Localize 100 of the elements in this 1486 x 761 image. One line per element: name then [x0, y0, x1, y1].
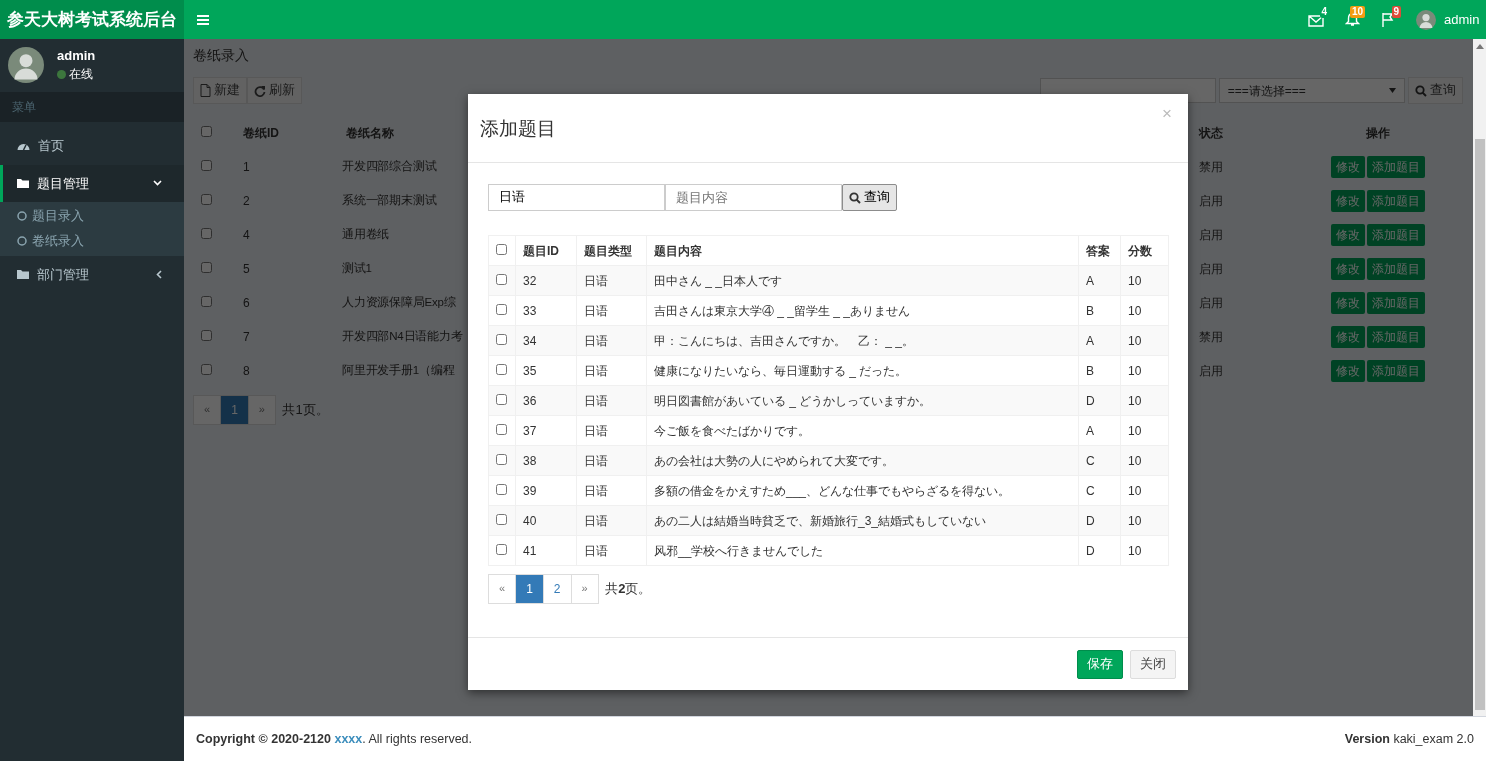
row-checkbox[interactable]: [496, 483, 507, 495]
content-field[interactable]: 题目内容: [665, 184, 842, 211]
table-cell: 吉田さんは東京大学④ _ _留学生 _ _ありません: [646, 295, 1079, 326]
page-button[interactable]: 1: [516, 575, 544, 603]
scrollbar[interactable]: [1473, 39, 1486, 716]
user-name[interactable]: admin: [1444, 9, 1480, 30]
table-cell: 通用卷纸: [342, 228, 390, 241]
row-checkbox[interactable]: [201, 160, 212, 171]
table-cell: A: [1078, 325, 1121, 356]
row-checkbox[interactable]: [496, 423, 507, 435]
table-cell-text: 4: [242, 227, 251, 244]
table-cell: 日语: [576, 295, 647, 326]
select-all-checkbox[interactable]: [496, 243, 507, 255]
select-all-checkbox[interactable]: [201, 126, 212, 137]
row-checkbox[interactable]: [201, 364, 212, 375]
dialog-title: 添加题目: [480, 118, 557, 141]
table-cell-text: 启用: [1198, 363, 1224, 380]
next-page-button[interactable]: »: [248, 395, 275, 424]
table-cell: 人力资源保障局Exp综: [342, 296, 456, 309]
row-checkbox[interactable]: [496, 393, 507, 405]
table-cell: 日语: [576, 385, 647, 416]
page-button[interactable]: 2: [543, 575, 572, 603]
table-cell-text: 6: [242, 295, 251, 312]
page-title: 卷纸录入: [193, 46, 250, 65]
refresh-icon: [254, 84, 266, 97]
type-field[interactable]: 日语: [488, 184, 665, 211]
circle-icon: [17, 236, 27, 247]
action-button[interactable]: 修改: [1331, 258, 1365, 280]
table-cell: C: [1078, 445, 1121, 476]
toolbar-button[interactable]: 新建: [193, 77, 247, 104]
menu-icon[interactable]: [197, 14, 209, 25]
row-checkbox[interactable]: [496, 303, 507, 315]
action-button[interactable]: 修改: [1331, 190, 1365, 212]
table-cell-text: 8: [242, 363, 251, 380]
table-cell: 日语: [576, 355, 647, 386]
search-button[interactable]: 查询: [1408, 77, 1463, 104]
table-cell-text: 5: [242, 261, 251, 278]
folder-icon: [17, 178, 29, 189]
scroll-up-icon[interactable]: [1476, 44, 1484, 49]
row-checkbox[interactable]: [201, 194, 212, 205]
row-checkbox[interactable]: [496, 453, 507, 465]
column-header: 状态: [1199, 126, 1223, 140]
action-button[interactable]: 添加题目: [1367, 190, 1425, 212]
menu-item[interactable]: 部门管理: [0, 255, 184, 293]
action-button[interactable]: 添加题目: [1367, 360, 1425, 382]
table-cell: D: [1078, 505, 1121, 536]
column-header: 操作: [1366, 126, 1390, 140]
table-cell: B: [1078, 295, 1121, 326]
submenu-item[interactable]: 题目录入: [0, 204, 184, 229]
row-checkbox[interactable]: [496, 363, 507, 375]
row-checkbox[interactable]: [201, 296, 212, 307]
menu-item[interactable]: 题目管理: [0, 164, 184, 202]
row-checkbox[interactable]: [496, 513, 507, 525]
table-cell: 37: [515, 415, 577, 446]
table-cell: D: [1078, 535, 1121, 566]
action-button[interactable]: 修改: [1331, 292, 1365, 314]
close-button[interactable]: ×: [1156, 104, 1178, 123]
action-button[interactable]: 修改: [1331, 224, 1365, 246]
count-badge: 9: [1391, 6, 1402, 18]
table-cell-text: 7: [242, 329, 251, 346]
action-button[interactable]: 添加题目: [1367, 326, 1425, 348]
close-button[interactable]: 关闭: [1130, 650, 1176, 679]
avatar: [8, 46, 44, 83]
page-count-text: 共2页。: [605, 580, 652, 599]
brand-title[interactable]: 参天大树考试系统后台: [0, 0, 184, 39]
menu-item[interactable]: 首页: [0, 127, 184, 165]
row-checkbox[interactable]: [201, 262, 212, 273]
action-button[interactable]: 修改: [1331, 326, 1365, 348]
table-cell: 开发四部综合测试: [342, 160, 437, 173]
row-checkbox[interactable]: [496, 273, 507, 285]
row-checkbox[interactable]: [201, 228, 212, 239]
action-button[interactable]: 添加题目: [1367, 156, 1425, 178]
row-checkbox[interactable]: [496, 543, 507, 555]
flag-icon[interactable]: [1381, 12, 1396, 27]
column-header: 题目内容: [646, 235, 1079, 266]
action-button[interactable]: 修改: [1331, 360, 1365, 382]
table-cell-text: 禁用: [1198, 159, 1224, 176]
toolbar-button[interactable]: 刷新: [247, 77, 302, 104]
online-dot-icon: [57, 69, 66, 79]
action-button[interactable]: 添加题目: [1367, 292, 1425, 314]
row-checkbox[interactable]: [201, 330, 212, 341]
save-button[interactable]: 保存: [1077, 650, 1123, 679]
page-count-text: 共1页。: [282, 400, 329, 419]
circle-icon: [17, 211, 27, 222]
next-page-button[interactable]: »: [571, 575, 598, 603]
action-button[interactable]: 修改: [1331, 156, 1365, 178]
search-button[interactable]: 查询: [842, 184, 897, 211]
page-button[interactable]: 1: [221, 395, 249, 424]
table-cell: 35: [515, 355, 577, 386]
submenu-item[interactable]: 卷纸录入: [0, 228, 184, 254]
status-select[interactable]: ===请选择===: [1218, 78, 1405, 103]
table-cell-text: 启用: [1198, 193, 1224, 210]
table-cell: 阿里开发手册1（编程: [342, 364, 455, 377]
table-cell: 10: [1120, 415, 1169, 446]
action-button[interactable]: 添加题目: [1367, 224, 1425, 246]
column-header: 卷纸ID: [243, 126, 279, 140]
action-button[interactable]: 添加题目: [1367, 258, 1425, 280]
avatar: [1416, 9, 1437, 30]
row-checkbox[interactable]: [496, 333, 507, 345]
table-cell: 今ご飯を食べたばかりです。: [646, 415, 1079, 446]
